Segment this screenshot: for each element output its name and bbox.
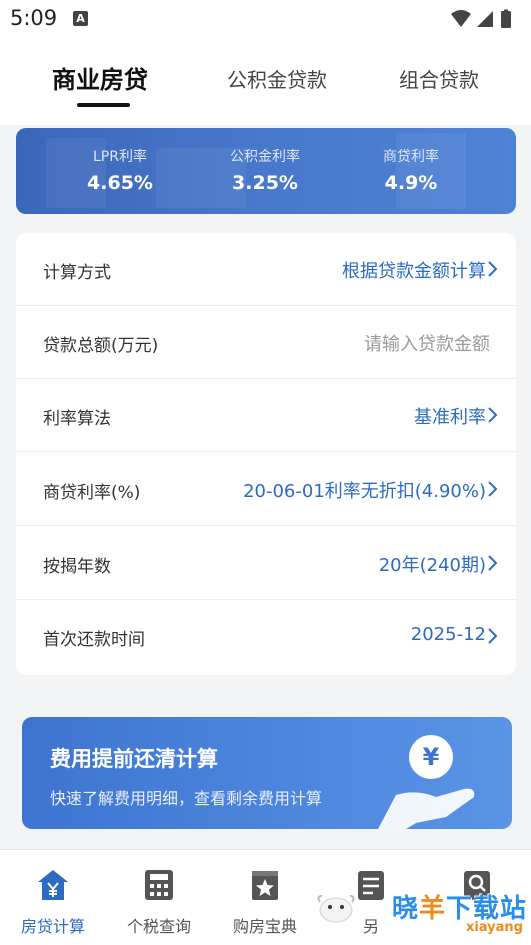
row-label: 利率算法: [43, 409, 111, 429]
rate-banner: LPR利率 4.65% 公积金利率 3.25% 商贷利率 4.9%: [16, 128, 516, 214]
commercial-rate: 商贷利率 4.9%: [341, 146, 481, 194]
notification-a-icon: A: [73, 11, 88, 26]
nav-label: 房贷计算: [20, 917, 85, 936]
calc-method-row[interactable]: 计算方式 根据贷款金额计算: [16, 233, 516, 306]
status-time: 5:09: [10, 6, 58, 30]
chevron-right-icon: [488, 555, 498, 571]
row-label: 商贷利率(%): [43, 483, 141, 503]
book-star-icon: [252, 871, 278, 900]
loan-form: 计算方式 根据贷款金额计算 贷款总额(万元) 请输入贷款金额 利率算法 基准利率…: [16, 233, 516, 675]
commercial-rate-row[interactable]: 商贷利率(%) 20-06-01利率无折扣(4.90%): [16, 453, 516, 526]
rate-method-value: 基准利率: [414, 407, 486, 428]
checklist-icon: [358, 871, 384, 900]
nav-mortgage-calc[interactable]: 房贷计算: [0, 850, 106, 945]
chevron-right-icon: [488, 481, 498, 497]
row-label: 计算方式: [43, 263, 111, 283]
first-payment-value: 2025-12: [410, 624, 486, 645]
loan-amount-input[interactable]: 请输入贷款金额: [364, 330, 490, 356]
active-tab-indicator: [77, 103, 130, 107]
chevron-right-icon: [488, 261, 498, 277]
rate-method-row[interactable]: 利率算法 基准利率: [16, 379, 516, 452]
rate-label: 公积金利率: [230, 149, 300, 165]
first-payment-row[interactable]: 首次还款时间 2025-12: [16, 600, 516, 673]
nav-home-guide[interactable]: 购房宝典: [212, 850, 318, 945]
watermark-char: 羊: [418, 894, 446, 924]
tab-combined-loan[interactable]: 组合贷款: [399, 64, 479, 93]
promo-title: 费用提前还清计算: [50, 747, 218, 771]
rate-label: LPR利率: [93, 149, 147, 165]
nav-label: 个税查询: [126, 917, 191, 936]
calc-method-value: 根据贷款金额计算: [342, 261, 486, 282]
years-row[interactable]: 按揭年数 20年(240期): [16, 527, 516, 600]
coin-symbol: ¥: [423, 743, 440, 771]
prepayment-calc-card[interactable]: 费用提前还清计算 快速了解费用明细，查看剩余费用计算 ¥: [22, 717, 512, 829]
row-label: 贷款总额(万元): [43, 336, 159, 356]
rate-value: 4.9%: [384, 172, 438, 194]
chevron-right-icon: [488, 407, 498, 423]
status-bar: 5:09 A: [0, 0, 531, 40]
watermark-sub: xiayang: [465, 920, 523, 935]
loan-amount-row: 贷款总额(万元) 请输入贷款金额: [16, 306, 516, 379]
loan-type-tabs: 商业房贷 公积金贷款 组合贷款: [0, 40, 531, 125]
calculator-icon: [145, 870, 173, 900]
years-value: 20年(240期): [378, 555, 486, 576]
promo-subtitle: 快速了解费用明细，查看剩余费用计算: [50, 789, 323, 808]
watermark-char: 晓: [391, 894, 419, 924]
row-label: 首次还款时间: [43, 630, 145, 650]
rate-label: 商贷利率: [383, 149, 439, 165]
fund-rate: 公积金利率 3.25%: [195, 146, 335, 194]
rate-value: 4.65%: [87, 172, 153, 194]
nav-label: 购房宝典: [232, 917, 297, 936]
sheep-logo-icon: [317, 895, 355, 923]
tab-commercial-loan[interactable]: 商业房贷: [52, 60, 148, 95]
status-icons: [451, 9, 511, 28]
nav-tax-query[interactable]: 个税查询: [106, 850, 212, 945]
house-yen-icon: [38, 870, 68, 900]
lpr-rate: LPR利率 4.65%: [50, 146, 190, 194]
wifi-icon: [451, 10, 471, 27]
chevron-right-icon: [488, 628, 498, 644]
signal-icon: [477, 11, 493, 27]
row-label: 按揭年数: [43, 557, 111, 577]
rate-value: 3.25%: [232, 172, 298, 194]
tab-housing-fund-loan[interactable]: 公积金贷款: [227, 64, 327, 93]
commercial-rate-value: 20-06-01利率无折扣(4.90%): [243, 481, 486, 502]
hand-coin-icon: ¥: [378, 735, 475, 829]
battery-icon: [501, 11, 511, 28]
